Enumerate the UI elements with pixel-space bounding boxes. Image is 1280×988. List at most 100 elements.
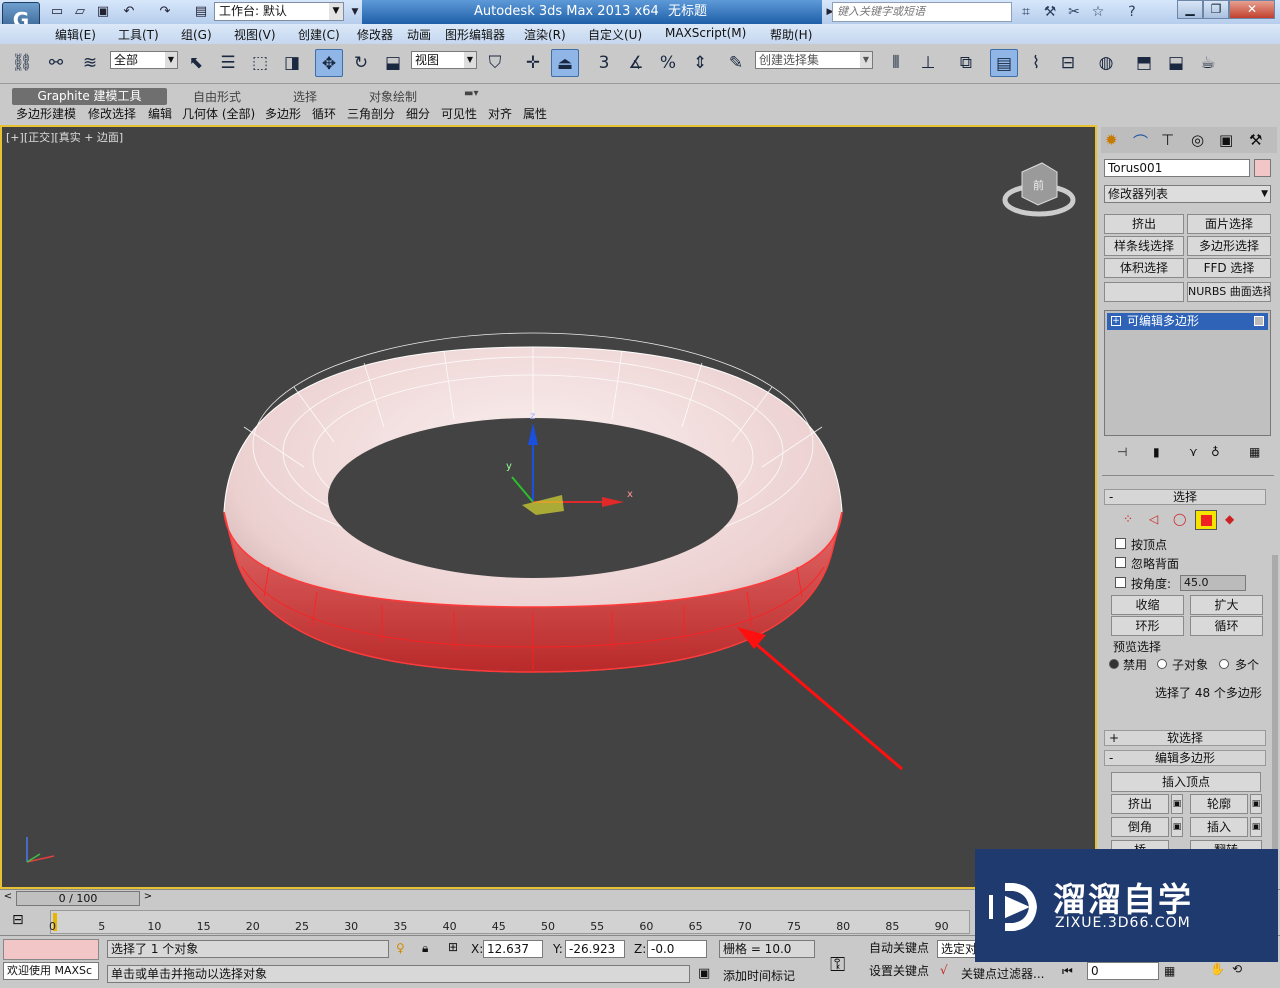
border-level-icon[interactable]: ◯ <box>1173 512 1186 526</box>
set-key-button[interactable]: 设置关键点 <box>865 962 933 982</box>
extrude-modifier-button[interactable]: 挤出 <box>1104 214 1184 234</box>
snaps-toggle-icon[interactable]: 3 <box>590 49 618 77</box>
curve-editor-icon[interactable]: ⌇ <box>1022 49 1050 77</box>
time-config-icon[interactable]: ▦ <box>1164 964 1175 978</box>
z-coord-field[interactable]: -0.0 <box>647 940 707 958</box>
selection-rollout-header[interactable]: - 选择 <box>1104 489 1266 505</box>
render-setup-icon[interactable]: ⬒ <box>1130 49 1158 77</box>
layer-manager-icon[interactable]: ⧉ <box>952 49 980 77</box>
subtab-align[interactable]: 对齐 <box>486 106 514 123</box>
inset-button[interactable]: 插入 <box>1190 817 1248 837</box>
maxscript-mini-field[interactable]: 欢迎使用 MAXSc <box>3 962 99 980</box>
search-input[interactable]: 键入关键字或短语 <box>832 2 1012 22</box>
nurbs-surface-select-button[interactable]: NURBS 曲面选择 <box>1187 282 1271 302</box>
restore-button[interactable]: ❐ <box>1203 0 1229 19</box>
select-and-rotate-icon[interactable]: ↻ <box>347 49 375 77</box>
motion-tab-icon[interactable]: ◎ <box>1191 131 1204 149</box>
tab-graphite-modeling[interactable]: Graphite 建模工具 <box>12 88 167 105</box>
show-end-result-icon[interactable]: ▮ <box>1153 445 1160 459</box>
viewport-label[interactable]: [+][正交][真实 + 边面] <box>6 129 123 145</box>
menu-group[interactable]: 组(G) <box>181 26 212 43</box>
subtab-polygons[interactable]: 多边形 <box>263 106 303 123</box>
utilities-tab-icon[interactable]: ⚒ <box>1249 131 1262 149</box>
x-coord-field[interactable]: 12.637 <box>483 940 543 958</box>
ribbon-options-icon[interactable]: ▬▾ <box>464 88 478 99</box>
configure-sets-icon[interactable]: ▦ <box>1249 445 1260 459</box>
subtab-tris[interactable]: 三角剖分 <box>345 106 397 123</box>
current-frame-field[interactable]: 0 <box>1087 962 1159 980</box>
object-name-field[interactable]: Torus001 <box>1104 159 1250 177</box>
edge-level-icon[interactable]: ◁ <box>1149 512 1158 526</box>
subtab-visibility[interactable]: 可见性 <box>439 106 479 123</box>
graphite-toggle-icon[interactable]: ▤ <box>990 49 1018 77</box>
menu-maxscript[interactable]: MAXScript(M) <box>665 26 746 40</box>
outline-settings-icon[interactable]: ▣ <box>1250 794 1262 814</box>
select-by-name-icon[interactable]: ☰ <box>214 49 242 77</box>
select-object-icon[interactable]: ⬉ <box>182 49 210 77</box>
tab-selection[interactable]: 选择 <box>293 88 317 105</box>
menu-customize[interactable]: 自定义(U) <box>588 26 642 43</box>
extrude-settings-icon[interactable]: ▣ <box>1171 794 1183 814</box>
insert-vertex-button[interactable]: 插入顶点 <box>1111 772 1261 792</box>
bind-space-warp-icon[interactable]: ≋ <box>76 49 104 77</box>
angle-value-field[interactable]: 45.0 <box>1180 575 1246 591</box>
time-slider[interactable]: 0 / 100 <box>16 891 140 906</box>
modify-tab-icon[interactable]: ⌒ <box>1133 131 1148 152</box>
minimize-button[interactable]: ▁ <box>1177 0 1203 19</box>
by-vertex-checkbox[interactable] <box>1115 538 1126 549</box>
menu-tools[interactable]: 工具(T) <box>118 26 159 43</box>
project-folder-icon[interactable]: ▤ <box>192 3 210 21</box>
spline-select-button[interactable]: 样条线选择 <box>1104 236 1184 256</box>
communication-icon[interactable]: ✂ <box>1064 3 1084 21</box>
subtab-subdivision[interactable]: 细分 <box>404 106 432 123</box>
reference-coordinate-select[interactable]: 视图 ▼ <box>411 51 477 69</box>
subtab-modify-selection[interactable]: 修改选择 <box>86 106 138 123</box>
expand-plus-icon[interactable]: + <box>1111 316 1121 326</box>
poly-select-button[interactable]: 多边形选择 <box>1187 236 1271 256</box>
menu-edit[interactable]: 编辑(E) <box>55 26 96 43</box>
track-bar-icon[interactable]: ⊟ <box>12 912 34 932</box>
element-level-icon[interactable]: ◆ <box>1225 512 1234 526</box>
keyboard-shortcut-override-icon[interactable]: ⏏ <box>551 49 579 77</box>
preview-subobject-radio[interactable] <box>1157 659 1167 669</box>
by-angle-checkbox[interactable] <box>1115 577 1126 588</box>
time-slider-right-icon[interactable]: > <box>142 891 154 907</box>
tab-freeform[interactable]: 自由形式 <box>193 88 241 105</box>
subtab-geometry-all[interactable]: 几何体 (全部) <box>180 106 257 123</box>
pan-view-icon[interactable]: ✋ <box>1210 962 1225 976</box>
create-tab-icon[interactable]: ✹ <box>1105 131 1118 149</box>
patch-select-button[interactable]: 面片选择 <box>1187 214 1271 234</box>
preview-multi-radio[interactable] <box>1219 659 1229 669</box>
ring-button[interactable]: 环形 <box>1111 616 1184 636</box>
modifier-list-select[interactable]: 修改器列表 ▼ <box>1104 185 1271 203</box>
make-unique-icon[interactable]: ⋎ <box>1189 445 1198 459</box>
grow-button[interactable]: 扩大 <box>1190 595 1263 615</box>
subtab-properties[interactable]: 属性 <box>521 106 549 123</box>
set-key-icon[interactable]: ⚿ <box>830 952 845 976</box>
selection-mode-select[interactable]: 选定对 <box>937 940 977 958</box>
hierarchy-tab-icon[interactable]: ⊤ <box>1161 131 1174 149</box>
select-and-move-icon[interactable]: ✥ <box>315 49 343 77</box>
menu-create[interactable]: 创建(C) <box>298 26 340 43</box>
menu-rendering[interactable]: 渲染(R) <box>524 26 566 43</box>
menu-animation[interactable]: 动画 <box>407 26 431 43</box>
display-tab-icon[interactable]: ▣ <box>1219 131 1233 149</box>
workspace-select[interactable]: 工作台: 默认 ▼ <box>214 2 344 21</box>
object-color-swatch[interactable] <box>1254 159 1271 177</box>
stack-item-editable-poly[interactable]: + 可编辑多边形 <box>1107 313 1268 330</box>
stack-toggle-icon[interactable] <box>1254 316 1264 326</box>
selection-lock-icon[interactable]: 🔒︎ <box>422 941 428 956</box>
menu-views[interactable]: 视图(V) <box>234 26 276 43</box>
soft-selection-rollout-header[interactable]: + 软选择 <box>1104 730 1266 746</box>
track-bar[interactable]: 0 5 10 15 20 25 30 35 40 45 50 55 60 65 70 75 80 85 90 <box>49 910 970 934</box>
select-and-link-icon[interactable]: ⛓ <box>8 49 36 77</box>
manipulate-icon[interactable]: ✛ <box>519 49 547 77</box>
extrude-button[interactable]: 挤出 <box>1111 794 1169 814</box>
subtab-loops[interactable]: 循环 <box>310 106 338 123</box>
remove-modifier-icon[interactable]: ♁ <box>1211 445 1220 459</box>
angle-snap-icon[interactable]: ∡ <box>622 49 650 77</box>
select-and-scale-icon[interactable]: ⬓ <box>379 49 407 77</box>
material-editor-icon[interactable]: ◍ <box>1092 49 1120 77</box>
absolute-mode-icon[interactable]: ⊞ <box>448 940 458 954</box>
viewport-view-label[interactable]: [正交] <box>24 131 55 144</box>
